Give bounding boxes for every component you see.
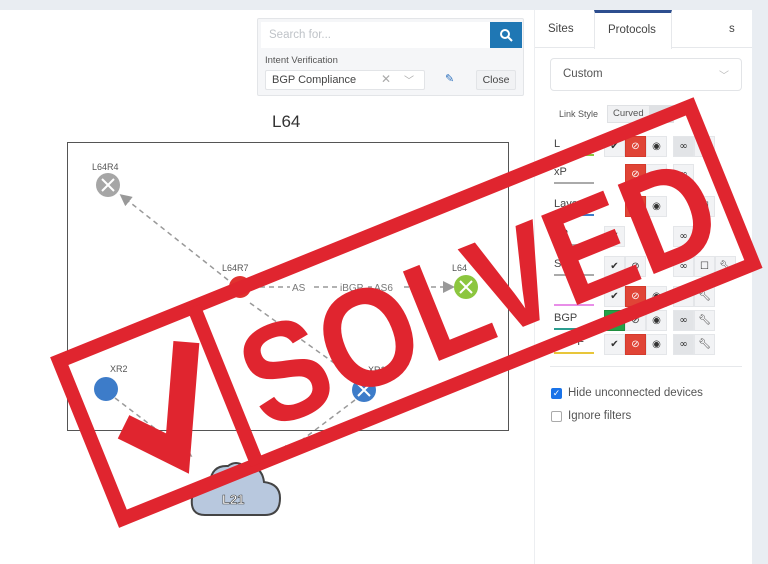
preset-select[interactable]: Custom ﹀: [550, 58, 742, 91]
eye-slash-icon[interactable]: ◉: [646, 334, 667, 355]
show-check-icon[interactable]: ✔: [604, 310, 625, 331]
square-icon[interactable]: ☐: [694, 196, 715, 217]
tab-protocols[interactable]: Protocols: [594, 10, 672, 49]
cloud-icon: [190, 462, 282, 516]
tab-other[interactable]: s: [729, 10, 735, 48]
group-box-l64[interactable]: [67, 142, 509, 431]
intent-verification-select[interactable]: BGP Compliance ✕ ﹀: [265, 70, 425, 90]
option-ignore-filters[interactable]: Ignore filters: [551, 410, 631, 422]
show-check-icon[interactable]: ✔: [604, 136, 625, 157]
search-button[interactable]: [490, 22, 522, 48]
protocol-row: ✔ ⊘ ◉ ∞ 🔧︎: [550, 286, 742, 308]
link-icon[interactable]: ∞: [673, 334, 694, 355]
protocol-color-line: [554, 328, 594, 330]
link-icon[interactable]: ∞: [673, 310, 694, 331]
protocol-name: BGP: [554, 312, 578, 324]
show-check-icon[interactable]: ✔: [604, 286, 625, 307]
protocol-row: BGP ✔ ⊘ ◉ ∞ 🔧︎: [550, 310, 742, 332]
protocol-name: S: [554, 258, 562, 270]
pencil-icon[interactable]: ✎: [445, 72, 459, 88]
protocol-color-line: [554, 274, 594, 276]
right-edge: [752, 10, 768, 564]
close-icon[interactable]: ✕: [381, 72, 391, 86]
chevron-down-icon[interactable]: ﹀: [404, 72, 414, 87]
protocol-name: TP: [554, 228, 569, 240]
eye-slash-icon[interactable]: ◉: [646, 164, 667, 185]
link-style-curved[interactable]: Curved: [607, 105, 650, 123]
option-label: Ignore filters: [568, 410, 632, 422]
intent-verification-label: Intent Verification: [265, 55, 338, 66]
protocol-name: L: [554, 138, 561, 150]
wrench-icon[interactable]: 🔧︎: [694, 136, 715, 157]
link-icon[interactable]: ∞: [673, 286, 694, 307]
protocol-color-line: [554, 244, 594, 246]
sidebar-tabs: Sites Protocols s: [535, 10, 753, 49]
close-button[interactable]: Close: [476, 70, 516, 90]
protocol-row: OSPF ✔ ⊘ ◉ ∞ 🔧︎: [550, 334, 742, 356]
tab-sites[interactable]: Sites: [548, 10, 574, 48]
protocol-row: Layer 2 ⊘ ◉ ☐: [550, 196, 742, 218]
block-icon[interactable]: ⊘: [625, 136, 646, 157]
link-icon[interactable]: ∞: [673, 226, 694, 247]
eye-slash-icon[interactable]: ◉: [646, 286, 667, 307]
cloud-l21[interactable]: L21: [190, 462, 282, 516]
show-check-icon[interactable]: ✔: [604, 334, 625, 355]
search-input[interactable]: [261, 22, 490, 48]
link-icon[interactable]: ∞: [673, 256, 694, 277]
link-style-straight[interactable]: [650, 105, 674, 123]
sidebar: Sites Protocols s Custom ﹀ Link Style Cu…: [534, 10, 753, 564]
search-icon: [500, 29, 513, 42]
block-icon[interactable]: ⊘: [625, 196, 646, 217]
show-check-icon[interactable]: ✔: [604, 256, 625, 277]
link-icon[interactable]: ∞: [673, 136, 694, 157]
protocol-name: xP: [554, 166, 567, 178]
protocol-color-line: [554, 304, 594, 306]
show-check-icon[interactable]: ✔: [604, 226, 625, 247]
block-icon[interactable]: ⊘: [625, 164, 646, 185]
search-panel: Intent Verification BGP Compliance ✕ ﹀ ✎…: [257, 18, 524, 96]
protocol-row: S ✔ ⊘ ∞ ☐ 🔧︎: [550, 256, 742, 278]
wrench-icon[interactable]: 🔧︎: [715, 256, 736, 277]
intent-verification-value: BGP Compliance: [272, 74, 357, 86]
protocol-row: TP ✔ ∞: [550, 226, 742, 248]
eye-slash-icon[interactable]: ◉: [646, 310, 667, 331]
block-icon[interactable]: ⊘: [625, 286, 646, 307]
block-icon[interactable]: ⊘: [625, 310, 646, 331]
square-icon[interactable]: ☐: [694, 256, 715, 277]
link-style-label: Link Style: [559, 109, 599, 119]
protocol-color-line: [554, 352, 594, 354]
wrench-icon[interactable]: 🔧︎: [694, 310, 715, 331]
wrench-icon[interactable]: 🔧︎: [694, 286, 715, 307]
block-icon[interactable]: ⊘: [625, 334, 646, 355]
protocol-color-line: [554, 182, 594, 184]
eye-slash-icon[interactable]: ◉: [646, 196, 667, 217]
wrench-icon[interactable]: 🔧︎: [694, 334, 715, 355]
link-icon[interactable]: ∞: [673, 164, 694, 185]
eye-slash-icon[interactable]: ◉: [646, 136, 667, 157]
checkbox-checked-icon[interactable]: ✓: [551, 387, 562, 399]
protocol-name: Layer 2: [554, 198, 591, 210]
cloud-label: L21: [222, 492, 244, 507]
chevron-down-icon: ﹀: [719, 71, 729, 82]
protocol-row: L ✔ ⊘ ◉ ∞ 🔧︎: [550, 136, 742, 158]
option-label: Hide unconnected devices: [568, 387, 703, 399]
checkbox-icon[interactable]: [551, 410, 562, 422]
protocol-color-line: [554, 214, 594, 216]
group-title: L64: [272, 112, 301, 131]
protocol-name: OSPF: [554, 336, 584, 348]
preset-value: Custom: [563, 68, 603, 80]
block-icon[interactable]: ⊘: [625, 256, 646, 277]
divider: [550, 366, 742, 367]
option-hide-unconnected[interactable]: ✓ Hide unconnected devices: [551, 387, 703, 399]
protocol-row: xP ⊘ ◉ ∞: [550, 164, 742, 186]
protocol-color-line: [554, 154, 594, 156]
